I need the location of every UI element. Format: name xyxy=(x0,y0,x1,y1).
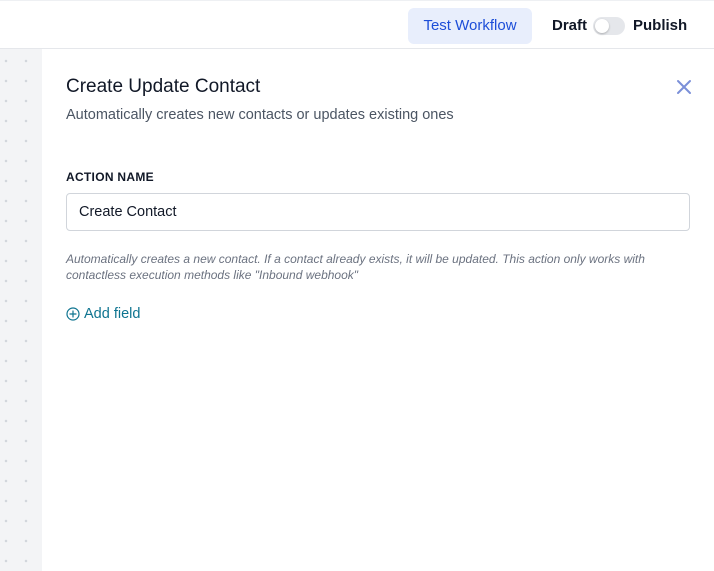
add-field-label: Add field xyxy=(84,306,141,322)
draft-label: Draft xyxy=(552,17,588,34)
top-bar: Test Workflow Draft Publish xyxy=(0,0,714,49)
publish-toggle[interactable] xyxy=(593,17,625,35)
action-name-label: ACTION NAME xyxy=(66,170,154,184)
close-icon[interactable] xyxy=(674,77,694,97)
toggle-knob xyxy=(595,19,609,33)
panel-title: Create Update Contact xyxy=(66,76,261,97)
action-name-input[interactable] xyxy=(66,193,690,231)
helper-text: Automatically creates a new contact. If … xyxy=(66,252,645,282)
add-field-button[interactable]: Add field xyxy=(66,305,140,323)
workflow-canvas[interactable] xyxy=(0,49,42,571)
test-workflow-button[interactable]: Test Workflow xyxy=(408,8,532,44)
panel-subtitle: Automatically creates new contacts or up… xyxy=(66,107,454,123)
publish-label: Publish xyxy=(633,17,688,34)
action-settings-panel: Create Update Contact Automatically crea… xyxy=(42,49,714,571)
plus-circle-icon xyxy=(66,307,80,321)
